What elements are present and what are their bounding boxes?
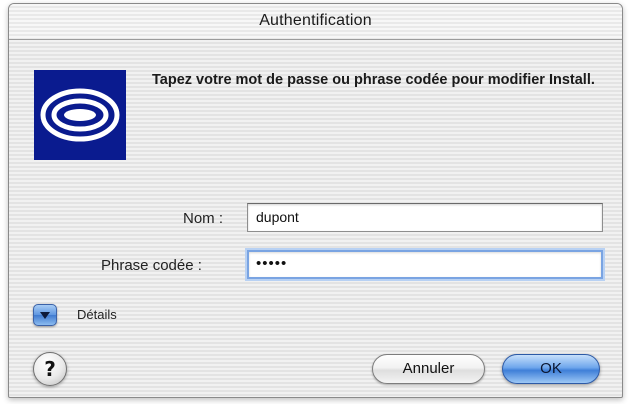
help-button[interactable]: ? [33, 352, 67, 386]
passphrase-label: Phrase codée : [101, 257, 202, 274]
name-field[interactable]: dupont [247, 203, 603, 232]
window-title: Authentification [259, 12, 372, 29]
name-label: Nom : [183, 210, 224, 227]
help-question-icon: ? [44, 357, 56, 381]
details-disclosure-button[interactable] [33, 304, 57, 326]
title-bar[interactable]: Authentification [9, 4, 622, 40]
cancel-button[interactable]: Annuler [372, 354, 485, 384]
passphrase-field[interactable]: ••••• [247, 250, 603, 279]
details-label[interactable]: Détails [77, 307, 117, 322]
disclosure-triangle-down-icon [40, 312, 50, 319]
authentication-dialog: Authentification Tapez votre mot de pass… [8, 3, 623, 398]
eye-logo-icon [40, 88, 120, 142]
ok-button[interactable]: OK [502, 354, 600, 384]
install-app-logo-icon [34, 70, 126, 160]
auth-message: Tapez votre mot de passe ou phrase codée… [152, 72, 595, 88]
